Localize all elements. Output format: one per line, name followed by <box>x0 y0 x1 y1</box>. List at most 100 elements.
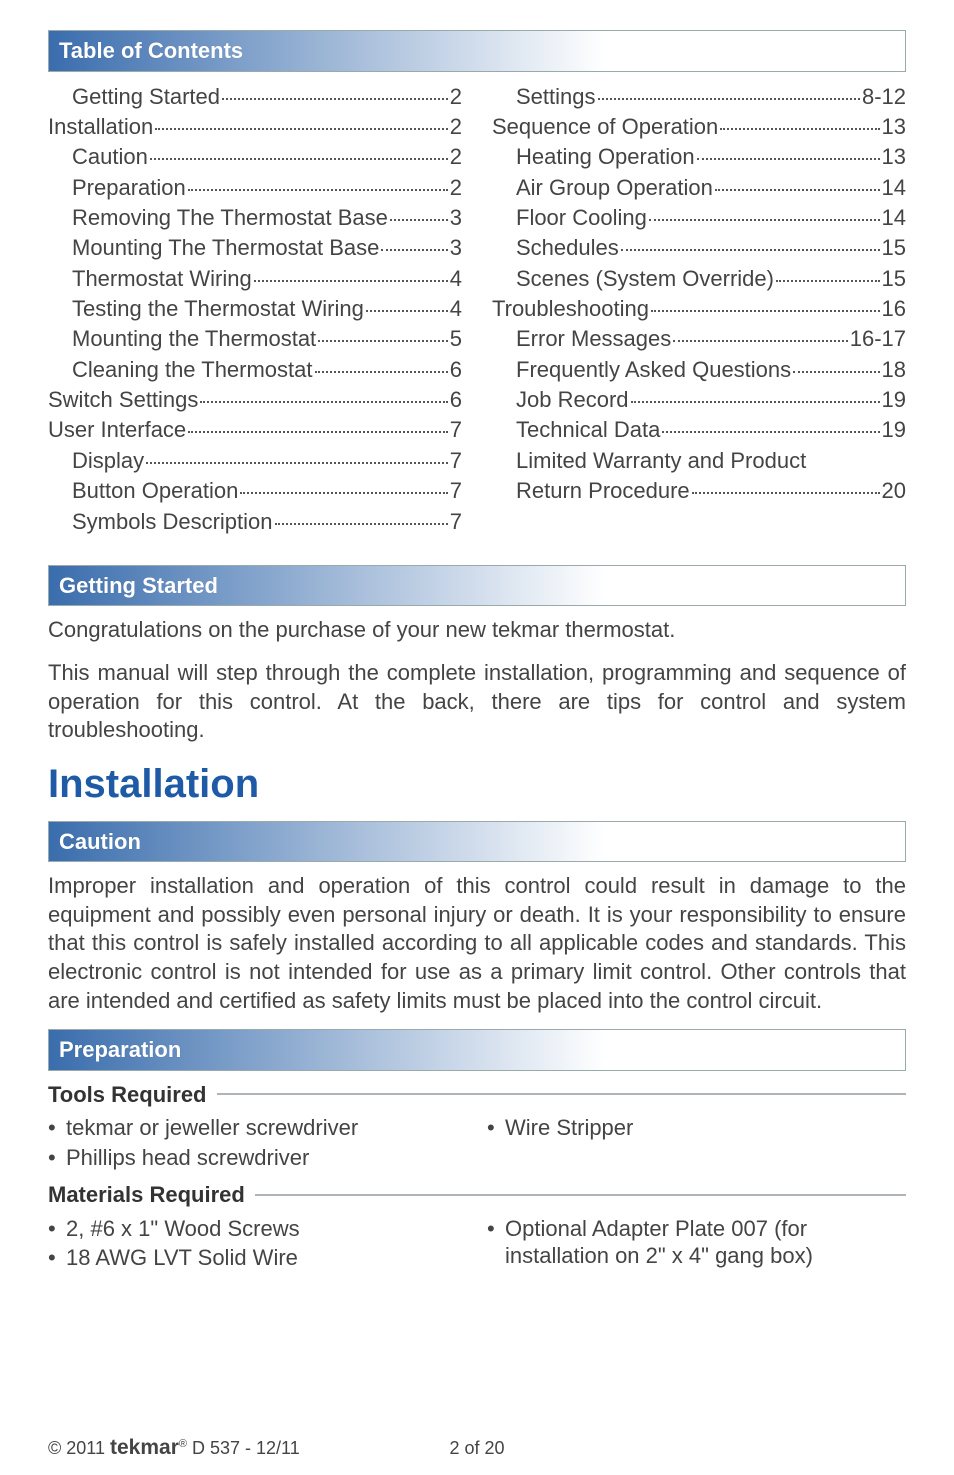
toc-dots <box>188 189 448 191</box>
toc-page: 14 <box>882 173 906 203</box>
toc-page: 3 <box>450 203 462 233</box>
toc-dots <box>621 249 880 251</box>
toc-entry[interactable]: Job Record19 <box>492 385 906 415</box>
toc-entry[interactable]: Floor Cooling 14 <box>492 203 906 233</box>
toc-dots <box>240 492 447 494</box>
caution-text: Improper installation and operation of t… <box>48 872 906 1015</box>
toc-entry[interactable]: Troubleshooting 16 <box>492 294 906 324</box>
toc-entry[interactable]: Thermostat Wiring4 <box>48 264 462 294</box>
materials-required-label: Materials Required <box>48 1181 245 1209</box>
toc-page: 16 <box>882 294 906 324</box>
materials-cols: 2, #6 x 1" Wood Screws18 AWG LVT Solid W… <box>48 1215 906 1274</box>
toc-label: Technical Data <box>516 415 660 445</box>
toc-dots <box>692 492 880 494</box>
toc-entry[interactable]: Switch Settings6 <box>48 385 462 415</box>
toc-dots <box>631 401 880 403</box>
toc-entry[interactable]: Frequently Asked Questions18 <box>492 355 906 385</box>
toc-label: Caution <box>72 142 148 172</box>
tools-right: Wire Stripper <box>487 1114 906 1173</box>
toc-dots <box>793 371 879 373</box>
list-item: 2, #6 x 1" Wood Screws <box>48 1215 467 1243</box>
toc-page: 6 <box>450 355 462 385</box>
toc-entry[interactable]: Settings8-12 <box>492 82 906 112</box>
toc-page: 13 <box>882 142 906 172</box>
toc-label: Error Messages <box>516 324 671 354</box>
toc-page: 3 <box>450 233 462 263</box>
toc-label: Getting Started <box>72 82 220 112</box>
section-header-preparation: Preparation <box>48 1029 906 1071</box>
toc-page: 15 <box>882 264 906 294</box>
toc-entry[interactable]: Technical Data 19 <box>492 415 906 445</box>
toc-dots <box>598 98 860 100</box>
materials-left: 2, #6 x 1" Wood Screws18 AWG LVT Solid W… <box>48 1215 467 1274</box>
toc-label: Thermostat Wiring <box>72 264 252 294</box>
list-item: Wire Stripper <box>487 1114 906 1142</box>
toc-dots <box>200 401 447 403</box>
toc-entry[interactable]: Caution 2 <box>48 142 462 172</box>
toc-page: 20 <box>882 476 906 506</box>
toc-page: 14 <box>882 203 906 233</box>
toc-page: 2 <box>450 82 462 112</box>
toc-entry[interactable]: Sequence of Operation13 <box>492 112 906 142</box>
toc-page: 19 <box>882 385 906 415</box>
toc-dots <box>366 310 448 312</box>
toc-entry[interactable]: Return Procedure 20 <box>492 476 906 506</box>
toc-entry[interactable]: Air Group Operation14 <box>492 173 906 203</box>
toc-dots <box>275 523 448 525</box>
toc-page: 7 <box>450 446 462 476</box>
toc-label: Mounting The Thermostat Base <box>72 233 379 263</box>
toc-label: Frequently Asked Questions <box>516 355 791 385</box>
toc-entry[interactable]: Preparation2 <box>48 173 462 203</box>
toc-label: Return Procedure <box>516 476 690 506</box>
toc-page: 7 <box>450 507 462 537</box>
toc-entry[interactable]: Heating Operation 13 <box>492 142 906 172</box>
toc-dots <box>318 340 448 342</box>
divider <box>255 1194 906 1196</box>
toc-label: Scenes (System Override) <box>516 264 774 294</box>
toc-entry[interactable]: Testing the Thermostat Wiring4 <box>48 294 462 324</box>
toc-label: Troubleshooting <box>492 294 649 324</box>
footer-page: 2 of 20 <box>48 1437 906 1460</box>
toc-dots <box>715 189 880 191</box>
toc-page: 19 <box>882 415 906 445</box>
getting-started-p1: Congratulations on the purchase of your … <box>48 616 906 645</box>
toc-entry[interactable]: Error Messages 16-17 <box>492 324 906 354</box>
toc-page: 7 <box>450 415 462 445</box>
toc-page: 16-17 <box>850 324 906 354</box>
toc-entry[interactable]: Getting Started 2 <box>48 82 462 112</box>
toc-label: Heating Operation <box>516 142 695 172</box>
toc-label: Cleaning the Thermostat <box>72 355 313 385</box>
toc-entry[interactable]: Removing The Thermostat Base3 <box>48 203 462 233</box>
toc-page: 2 <box>450 142 462 172</box>
list-item: Optional Adapter Plate 007 (for installa… <box>487 1215 906 1270</box>
getting-started-p2: This manual will step through the comple… <box>48 659 906 745</box>
toc-entry[interactable]: Mounting the Thermostat5 <box>48 324 462 354</box>
toc-entry[interactable]: Button Operation7 <box>48 476 462 506</box>
toc-entry[interactable]: Symbols Description7 <box>48 507 462 537</box>
list-item: tekmar or jeweller screwdriver <box>48 1114 467 1142</box>
toc-dots <box>673 340 847 342</box>
list-item: Phillips head screwdriver <box>48 1144 467 1172</box>
toc-entry[interactable]: Schedules15 <box>492 233 906 263</box>
toc-label: Button Operation <box>72 476 238 506</box>
toc-label: Limited Warranty and Product <box>516 446 806 476</box>
toc-entry[interactable]: Mounting The Thermostat Base 3 <box>48 233 462 263</box>
section-header-getting-started: Getting Started <box>48 565 906 607</box>
toc-entry[interactable]: User Interface7 <box>48 415 462 445</box>
toc-dots <box>150 158 448 160</box>
divider <box>217 1093 907 1095</box>
tools-left: tekmar or jeweller screwdriverPhillips h… <box>48 1114 467 1173</box>
toc-entry[interactable]: Limited Warranty and Product <box>492 446 906 476</box>
toc-label: Switch Settings <box>48 385 198 415</box>
toc-page: 15 <box>882 233 906 263</box>
toc-dots <box>254 280 448 282</box>
toc-entry[interactable]: Cleaning the Thermostat 6 <box>48 355 462 385</box>
toc-label: Floor Cooling <box>516 203 647 233</box>
toc-label: Installation <box>48 112 153 142</box>
toc-entry[interactable]: Installation2 <box>48 112 462 142</box>
toc-dots <box>697 158 880 160</box>
toc-label: Sequence of Operation <box>492 112 718 142</box>
toc-dots <box>315 371 448 373</box>
toc-entry[interactable]: Scenes (System Override) 15 <box>492 264 906 294</box>
toc-entry[interactable]: Display7 <box>48 446 462 476</box>
